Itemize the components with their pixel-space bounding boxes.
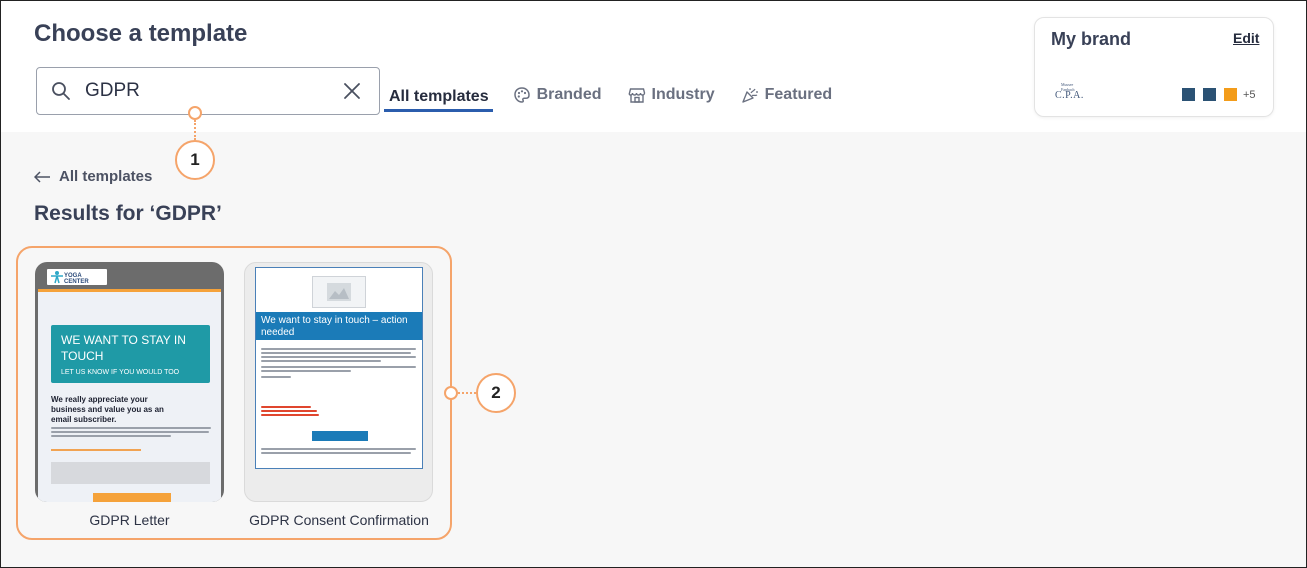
- callout-connector: [194, 120, 196, 140]
- template-preview-logo: YOGA CENTER: [47, 269, 107, 285]
- page-title: Choose a template: [34, 20, 248, 47]
- brand-logo: Mussee Fanbach C.P.A.: [1055, 82, 1084, 101]
- yoga-figure-icon: [51, 271, 63, 284]
- edit-brand-link[interactable]: Edit: [1233, 30, 1259, 46]
- template-card-gdpr-letter[interactable]: YOGA CENTER WE WANT TO STAY IN TOUCH LET…: [35, 262, 224, 502]
- back-to-all-templates-link[interactable]: All templates: [34, 168, 152, 185]
- callout-badge-2: 2: [476, 373, 516, 413]
- tab-branded[interactable]: Branded: [507, 81, 608, 109]
- arrow-left-icon: [34, 170, 50, 183]
- brand-color-swatch: [1182, 88, 1195, 101]
- brand-logo-text: C.P.A.: [1055, 90, 1084, 101]
- brand-panel: My brand Edit Mussee Fanbach C.P.A. +5: [1034, 17, 1274, 117]
- tab-industry[interactable]: Industry: [622, 81, 721, 109]
- search-input[interactable]: [85, 78, 335, 104]
- palette-icon: [513, 87, 530, 103]
- callout-badge-1: 1: [175, 140, 215, 180]
- brand-title: My brand: [1051, 29, 1132, 49]
- search-box: [36, 67, 380, 115]
- app-frame: Choose a template All templates Branded: [0, 0, 1307, 568]
- back-label: All templates: [59, 168, 153, 185]
- template-preview: WE WANT TO STAY IN TOUCH LET US KNOW IF …: [38, 289, 221, 502]
- template-preview: We want to stay in touch – action needed: [255, 267, 423, 469]
- tab-featured[interactable]: Featured: [735, 81, 839, 109]
- clear-search-icon[interactable]: [342, 81, 362, 101]
- search-icon: [52, 82, 70, 100]
- callout-connector: [458, 392, 476, 394]
- template-tabs: All templates Branded Industry Featured: [384, 81, 852, 113]
- more-colors-count: +5: [1243, 88, 1256, 101]
- tab-all-templates[interactable]: All templates: [384, 81, 493, 112]
- template-name: GDPR Letter: [89, 512, 170, 528]
- tab-label: Branded: [536, 86, 602, 103]
- image-placeholder-icon: [312, 276, 366, 308]
- template-name: GDPR Consent Confirmation: [249, 512, 429, 528]
- brand-color-swatch: [1203, 88, 1216, 101]
- brand-color-swatches[interactable]: +5: [1182, 88, 1256, 101]
- callout-anchor-dot: [444, 386, 458, 400]
- results-title: Results for ‘GDPR’: [34, 202, 222, 225]
- tab-label: Industry: [651, 86, 715, 103]
- template-preview-banner: We want to stay in touch – action needed: [256, 312, 422, 340]
- callout-anchor-dot: [188, 106, 202, 120]
- tab-label: Featured: [764, 86, 833, 103]
- template-card-gdpr-consent-confirmation[interactable]: We want to stay in touch – action needed: [244, 262, 433, 502]
- tab-label: All templates: [389, 87, 489, 105]
- brand-color-swatch: [1224, 88, 1237, 101]
- storefront-icon: [628, 88, 645, 103]
- party-popper-icon: [741, 88, 758, 103]
